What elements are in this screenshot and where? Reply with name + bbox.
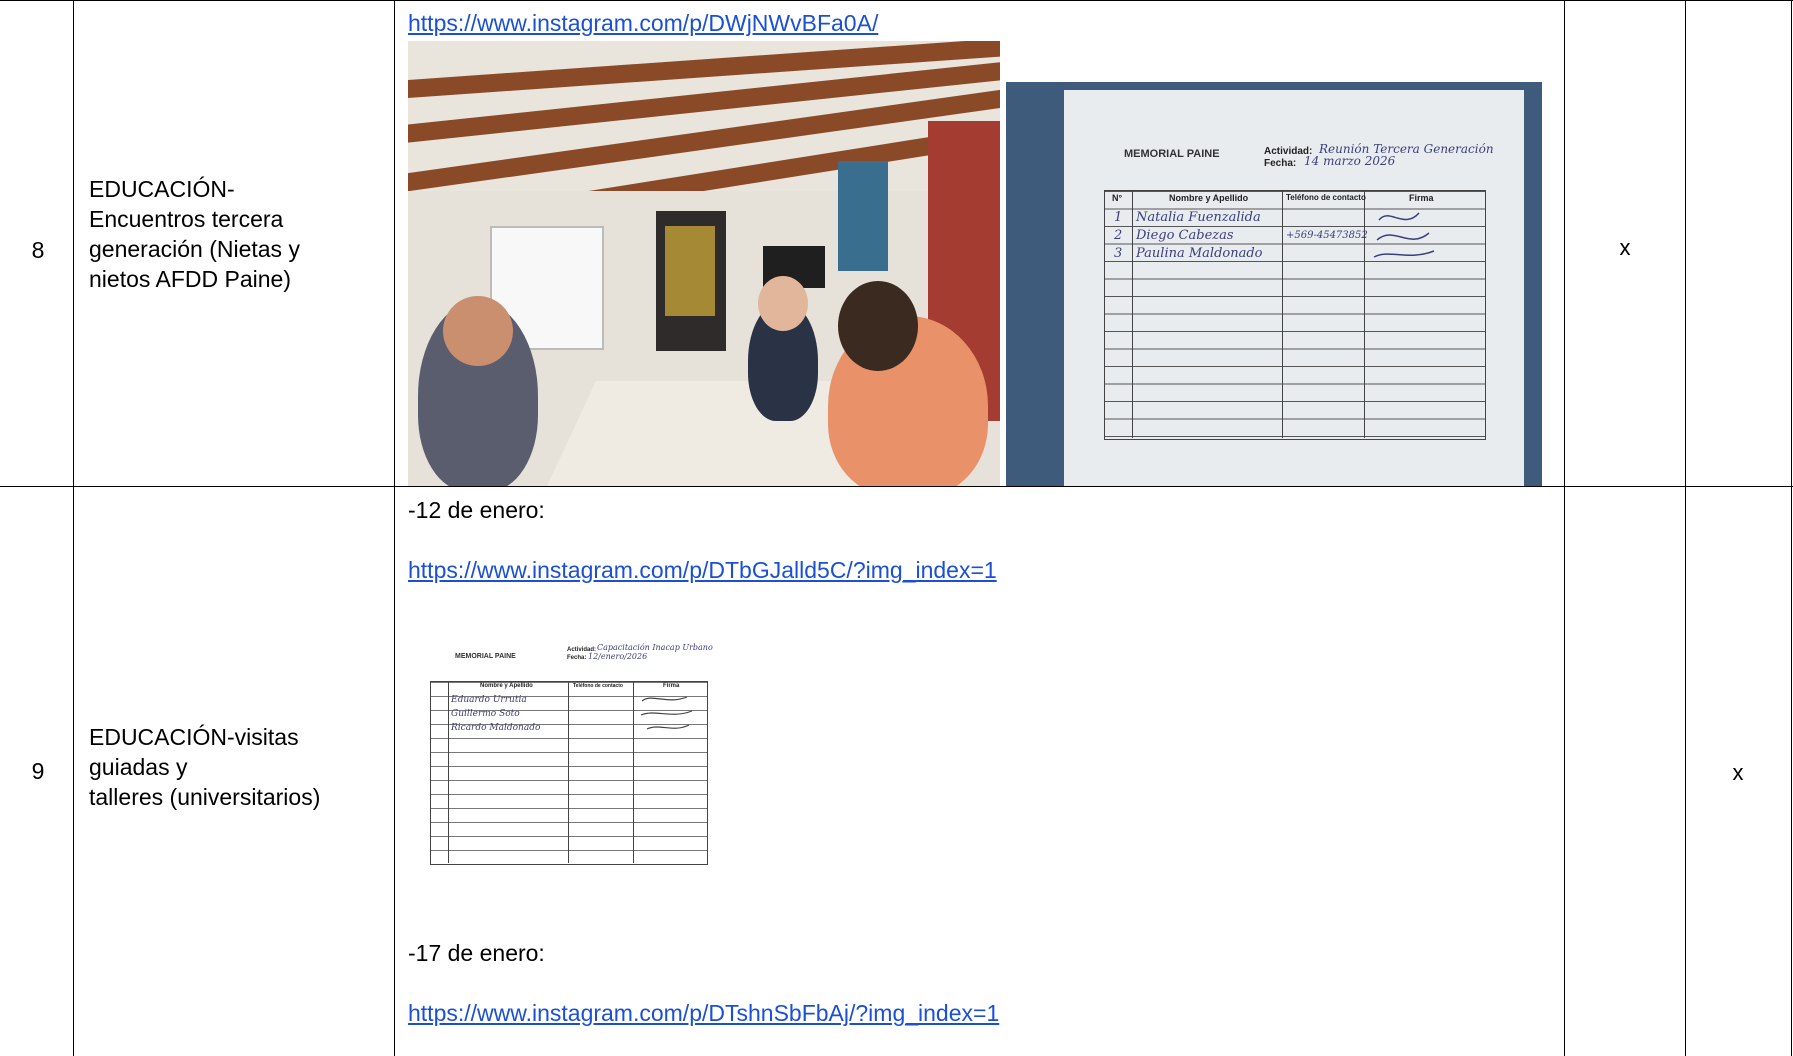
col-header: Nombre y Apellido: [480, 683, 533, 689]
person: [443, 296, 513, 366]
table-border: [1564, 0, 1565, 1056]
table-border: [1685, 0, 1686, 1056]
memorial-paine-logo: MEMORIAL PAINE: [1124, 148, 1220, 160]
activity-line: guiadas y: [89, 754, 188, 780]
instagram-link[interactable]: https://www.instagram.com/p/DTshnSbFbAj/…: [408, 1000, 999, 1027]
date-label: -17 de enero:: [408, 940, 545, 966]
date-label: -12 de enero:: [408, 497, 545, 523]
actividad-value: Capacitación Inacap Urbano: [597, 643, 713, 652]
entry-name: Natalia Fuenzalida: [1136, 210, 1261, 225]
row-number: 9: [31, 758, 45, 784]
person: [838, 281, 918, 371]
table-border: [73, 0, 74, 1056]
entry-number: 2: [1114, 228, 1123, 243]
fecha-label: Fecha:: [1264, 158, 1297, 169]
grid-col: [1282, 190, 1365, 438]
signature-sheet: MEMORIAL PAINE Actividad: Reunión Tercer…: [1064, 90, 1524, 486]
entry-name: Ricardo Maldonado: [451, 723, 541, 733]
col-header: Teléfono de contacto: [1286, 193, 1366, 202]
table-border: [0, 0, 1793, 1]
signature-scribble: [1373, 212, 1435, 258]
entry-name: Diego Cabezas: [1136, 228, 1234, 243]
col-header: Firma: [1409, 193, 1434, 203]
signature-sheet-photo: MEMORIAL PAINE Actividad: Reunión Tercer…: [1006, 82, 1542, 486]
grid-col: [430, 681, 449, 863]
table-border: [0, 486, 1793, 487]
entry-name: Guillermo Soto: [451, 709, 520, 719]
fecha-value: 12/enero/2026: [588, 652, 648, 661]
col-header: Nombre y Apellido: [1169, 193, 1249, 203]
entry-number: 3: [1114, 246, 1123, 261]
grid-col: [568, 681, 634, 863]
activity-line: generación (Nietas y: [89, 236, 300, 262]
memorial-paine-logo: MEMORIAL PAINE: [455, 653, 516, 660]
painting: [665, 226, 715, 316]
entry-name: Paulina Maldonado: [1136, 246, 1263, 261]
activity-line: talleres (universitarios): [89, 784, 321, 810]
painting: [838, 161, 888, 271]
activity-line: Encuentros tercera: [89, 206, 284, 232]
activity-line: nietos AFDD Paine): [89, 266, 291, 292]
table-border: [394, 0, 395, 1056]
entry-phone: +569-45473852: [1286, 230, 1368, 241]
table-border: [1791, 0, 1792, 1056]
check-mark: x: [1619, 235, 1631, 260]
fecha-label: Fecha:: [567, 655, 587, 661]
meeting-photo: [408, 41, 1000, 486]
person: [758, 276, 808, 331]
col-header: Teléfono de contacto: [573, 683, 623, 689]
activities-table: 8 EDUCACIÓN- Encuentros tercera generaci…: [0, 0, 1793, 1056]
entry-name: Eduardo Urrutia: [451, 695, 527, 705]
instagram-link[interactable]: https://www.instagram.com/p/DTbGJalld5C/…: [408, 557, 997, 584]
signature-sheet-small: MEMORIAL PAINE Actividad: Capacitación I…: [425, 631, 713, 867]
row-number: 8: [31, 237, 45, 263]
entry-number: 1: [1114, 210, 1123, 225]
col-header: Firma: [663, 683, 680, 689]
activity-line: EDUCACIÓN-: [89, 176, 235, 202]
fecha-value: 14 marzo 2026: [1304, 154, 1396, 168]
activity-name: EDUCACIÓN- Encuentros tercera generación…: [89, 174, 389, 294]
activity-name: EDUCACIÓN-visitas guiadas y talleres (un…: [89, 722, 389, 812]
col-header: N°: [1112, 193, 1123, 203]
signature-scribble: [640, 696, 693, 730]
instagram-link[interactable]: https://www.instagram.com/p/DWjNWvBFa0A/: [408, 10, 878, 37]
activity-line: EDUCACIÓN-visitas: [89, 724, 299, 750]
check-mark: x: [1732, 760, 1744, 785]
